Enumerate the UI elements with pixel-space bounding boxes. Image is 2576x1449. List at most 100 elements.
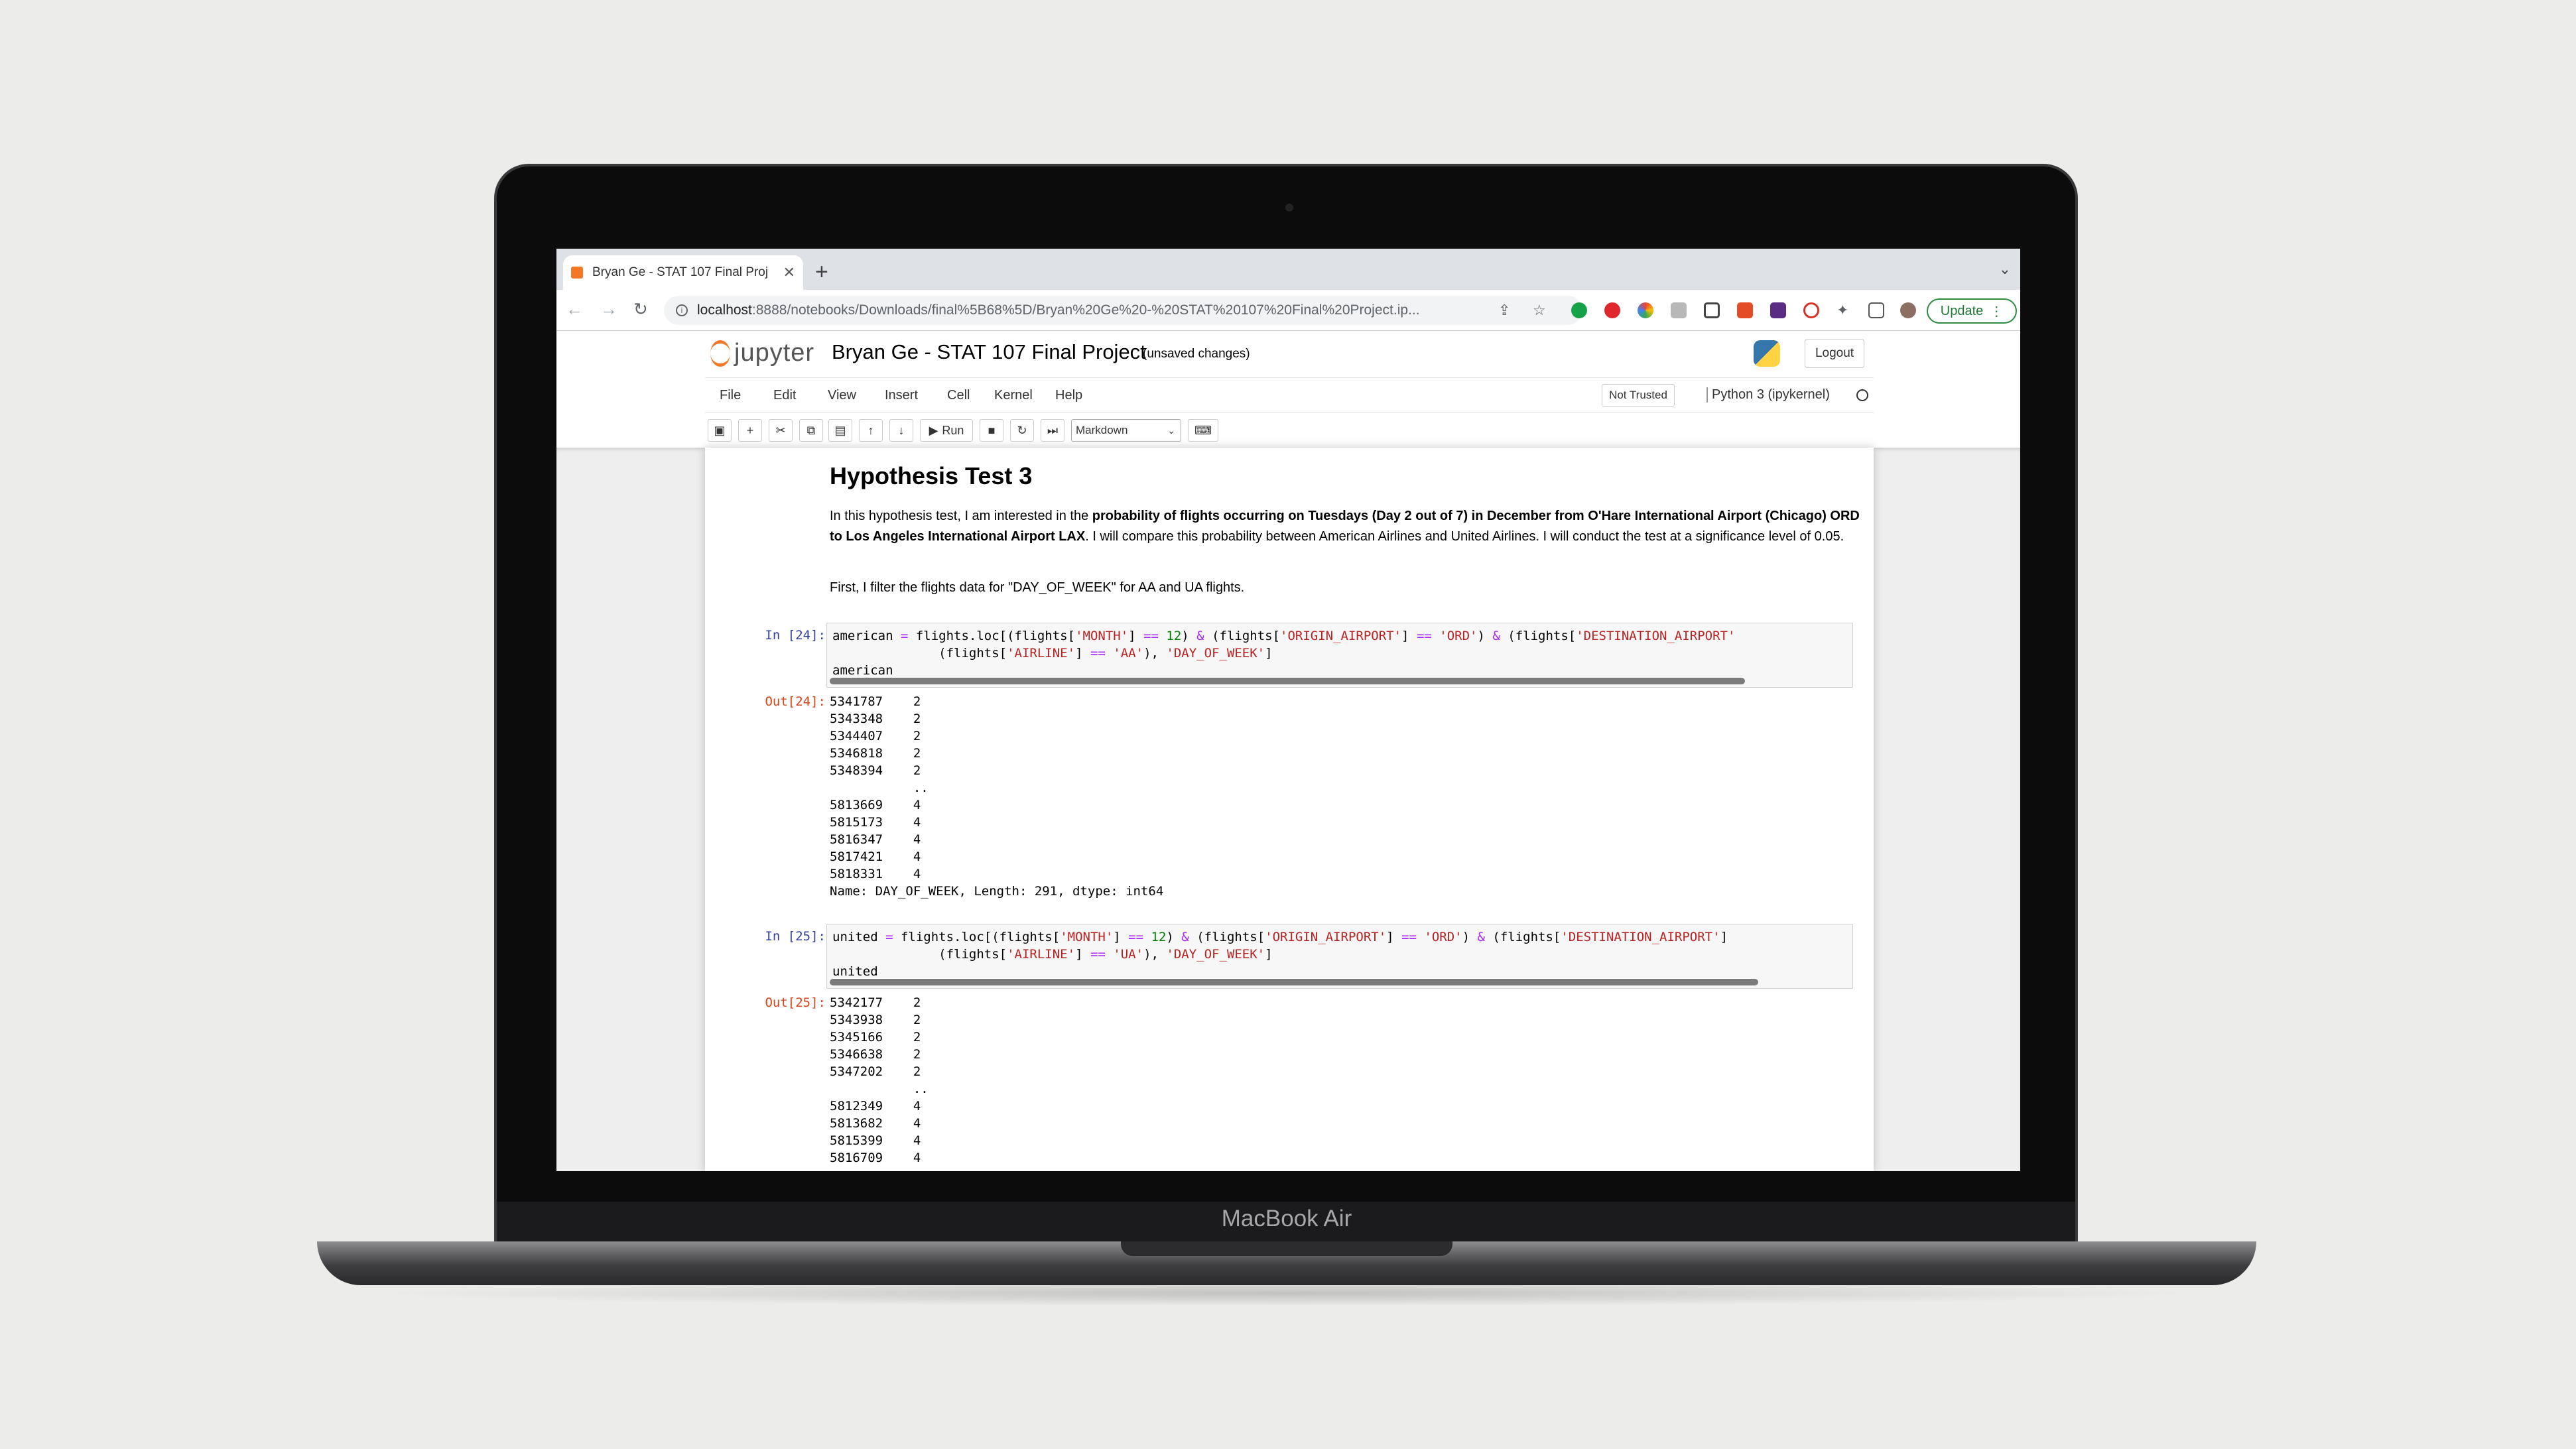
- browser-tab[interactable]: Bryan Ge - STAT 107 Final Proj ✕: [563, 255, 803, 290]
- output-line: 5343348 2: [830, 712, 921, 726]
- kernel-status-icon: [1856, 389, 1868, 401]
- reload-icon[interactable]: ↻: [633, 299, 648, 320]
- toolbar-extra: ■ ↻ ⏭ Markdown ⌄ ⌨: [705, 413, 1874, 448]
- close-tab-icon[interactable]: ✕: [783, 264, 795, 281]
- block-extension-icon[interactable]: [1803, 302, 1819, 318]
- code-line: american: [832, 663, 893, 678]
- tab-title: Bryan Ge - STAT 107 Final Proj: [592, 265, 769, 279]
- share-icon[interactable]: ⇪: [1498, 302, 1510, 319]
- input-prompt-25: In [25]:: [765, 929, 826, 944]
- menu-insert[interactable]: Insert: [885, 388, 918, 403]
- url-path: :8888/notebooks/Downloads/final%5B68%5D/…: [751, 302, 1420, 318]
- restart-icon[interactable]: ↻: [1010, 419, 1034, 442]
- menu-file[interactable]: File: [720, 388, 741, 403]
- jupyter-logo[interactable]: jupyter: [710, 339, 814, 367]
- profile-avatar[interactable]: [1900, 302, 1916, 318]
- puzzle-extensions-icon[interactable]: ✦: [1836, 302, 1848, 319]
- new-tab-button[interactable]: +: [815, 259, 828, 285]
- jupyter-favicon-icon: [571, 267, 583, 279]
- menu-cell[interactable]: Cell: [947, 388, 970, 403]
- color-extension-icon[interactable]: [1638, 302, 1653, 318]
- code-line: (flights['AIRLINE'] == 'AA'), 'DAY_OF_WE…: [832, 646, 1273, 661]
- jupyter-logo-icon: [710, 340, 730, 367]
- cell-type-select[interactable]: Markdown ⌄: [1071, 419, 1181, 442]
- horizontal-scrollbar[interactable]: [830, 678, 1745, 684]
- cell-type-value: Markdown: [1076, 424, 1128, 436]
- output-line: 5816709 4: [830, 1151, 921, 1165]
- notebook-area: Hypothesis Test 3 In this hypothesis tes…: [556, 448, 2020, 1171]
- forward-icon[interactable]: →: [600, 299, 617, 320]
- output-line: 5342177 2: [830, 995, 921, 1010]
- notebook-title[interactable]: Bryan Ge - STAT 107 Final Project: [832, 340, 1146, 364]
- code-line: united: [832, 964, 878, 979]
- trust-button[interactable]: Not Trusted: [1602, 384, 1675, 407]
- output-line: 5812349 4: [830, 1099, 921, 1113]
- output-line: 5815173 4: [830, 815, 921, 830]
- output-line: Name: DAY_OF_WEEK, Length: 291, dtype: i…: [830, 884, 1164, 899]
- output-prompt-25: Out[25]:: [765, 995, 826, 1010]
- code-cell-24[interactable]: american = flights.loc[(flights['MONTH']…: [826, 623, 1853, 688]
- grammarly-extension-icon[interactable]: [1571, 302, 1587, 318]
- tab-search-icon[interactable]: ⌄: [1999, 261, 2011, 278]
- update-label: Update: [1940, 303, 1984, 318]
- para1-text-c: . I will compare this probability betwee…: [1085, 529, 1844, 544]
- mail-extension-icon[interactable]: [1770, 302, 1786, 318]
- code-line: united = flights.loc[(flights['MONTH'] =…: [832, 930, 1728, 944]
- output-line: 5341787 2: [830, 694, 921, 709]
- menu-kernel[interactable]: Kernel: [994, 388, 1033, 403]
- keyboard-icon[interactable]: ⌨: [1188, 419, 1218, 442]
- para1-text-a: In this hypothesis test, I am interested…: [830, 509, 1092, 523]
- chevron-down-icon: ⌄: [1167, 424, 1175, 436]
- camera-icon: [1285, 204, 1293, 212]
- output-line: 5343938 2: [830, 1013, 921, 1027]
- menu-view[interactable]: View: [828, 388, 856, 403]
- kernel-name[interactable]: Python 3 (ipykernel): [1707, 387, 1830, 403]
- code-line: american = flights.loc[(flights['MONTH']…: [832, 629, 1736, 643]
- more-menu-icon: ⋮: [1990, 304, 2004, 319]
- output-line: ..: [830, 781, 929, 795]
- url-input[interactable]: i localhost:8888/notebooks/Downloads/fin…: [664, 296, 1582, 325]
- output-line: 5817421 4: [830, 850, 921, 864]
- output-line: ..: [830, 1082, 929, 1096]
- pip-extension-icon[interactable]: [1704, 302, 1720, 318]
- code-line: (flights['AIRLINE'] == 'UA'), 'DAY_OF_WE…: [832, 947, 1273, 962]
- tp-extension-icon[interactable]: [1737, 302, 1753, 318]
- output-line: 5815399 4: [830, 1133, 921, 1148]
- input-prompt-24: In [24]:: [765, 628, 826, 643]
- save-status: (unsaved changes): [1143, 347, 1250, 361]
- menu-help[interactable]: Help: [1055, 388, 1082, 403]
- output-line: 5344407 2: [830, 729, 921, 743]
- back-icon[interactable]: ←: [566, 299, 583, 320]
- side-panel-icon[interactable]: [1868, 302, 1884, 318]
- output-line: 5347202 2: [830, 1064, 921, 1079]
- bookmark-star-icon[interactable]: ☆: [1533, 302, 1546, 319]
- update-button[interactable]: Update ⋮: [1927, 298, 2017, 324]
- output-line: 5346818 2: [830, 746, 921, 761]
- site-info-icon[interactable]: i: [676, 304, 688, 316]
- markdown-paragraph-2: First, I filter the flights data for "DA…: [830, 580, 1245, 595]
- menu-edit[interactable]: Edit: [773, 388, 796, 403]
- interrupt-icon[interactable]: ■: [980, 419, 1003, 442]
- horizontal-scrollbar[interactable]: [830, 979, 1758, 985]
- laptop-notch: [1121, 1241, 1452, 1256]
- device-label: MacBook Air: [1221, 1206, 1352, 1231]
- output-line: 5348394 2: [830, 763, 921, 778]
- k-extension-icon[interactable]: [1671, 302, 1687, 318]
- tab-bar: Bryan Ge - STAT 107 Final Proj ✕ + ⌄: [556, 249, 2020, 290]
- restart-run-all-icon[interactable]: ⏭: [1041, 419, 1064, 442]
- jupyter-logo-text: jupyter: [734, 339, 815, 367]
- logout-button[interactable]: Logout: [1805, 339, 1864, 368]
- code-cell-25[interactable]: united = flights.loc[(flights['MONTH'] =…: [826, 924, 1853, 989]
- url-host: localhost: [697, 302, 752, 318]
- output-line: 5346638 2: [830, 1047, 921, 1062]
- output-line: 5816347 4: [830, 832, 921, 847]
- screen: Bryan Ge - STAT 107 Final Proj ✕ + ⌄ ← →…: [556, 249, 2020, 1171]
- jupyter-header: jupyter Bryan Ge - STAT 107 Final Projec…: [556, 331, 2020, 377]
- output-line: 5345166 2: [830, 1030, 921, 1044]
- notebook-page: Hypothesis Test 3 In this hypothesis tes…: [705, 448, 1874, 1171]
- output-prompt-24: Out[24]:: [765, 694, 826, 709]
- output-line: 5818331 4: [830, 867, 921, 881]
- markdown-heading: Hypothesis Test 3: [830, 462, 1033, 489]
- python-logo-icon: [1754, 340, 1780, 367]
- opera-extension-icon[interactable]: [1604, 302, 1620, 318]
